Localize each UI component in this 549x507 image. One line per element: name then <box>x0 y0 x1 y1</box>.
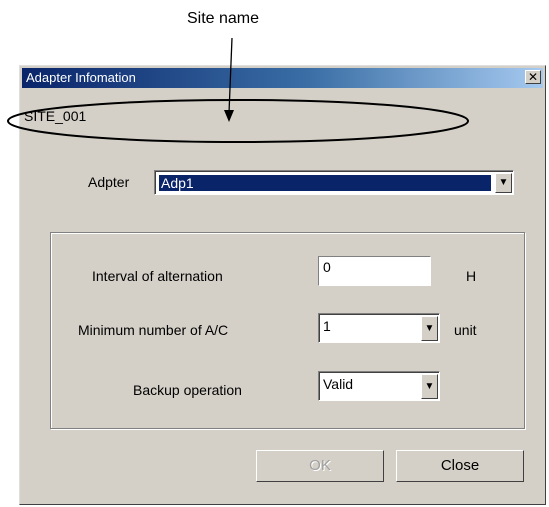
chevron-down-icon[interactable]: ▼ <box>421 316 438 341</box>
ok-button[interactable]: OK <box>256 450 384 482</box>
min-ac-label: Minimum number of A/C <box>78 322 229 338</box>
adapter-select[interactable]: Adp1 ▼ <box>154 170 514 195</box>
interval-input[interactable]: 0 <box>318 256 431 286</box>
interval-label: Interval of alternation <box>92 268 223 284</box>
close-button[interactable]: Close <box>396 450 524 482</box>
adapter-label: Adpter <box>88 174 130 190</box>
min-ac-selected-value: 1 <box>323 318 331 334</box>
interval-unit: H <box>466 268 477 284</box>
site-name-callout-label: Site name <box>186 10 260 27</box>
backup-select[interactable]: Valid ▼ <box>318 371 440 401</box>
dialog-title: Adapter Infomation <box>26 70 136 85</box>
chevron-down-icon[interactable]: ▼ <box>495 173 512 193</box>
min-ac-select[interactable]: 1 ▼ <box>318 313 440 343</box>
backup-selected-value: Valid <box>323 376 354 392</box>
dialog-titlebar[interactable]: Adapter Infomation ✕ <box>22 68 543 88</box>
min-ac-unit: unit <box>454 322 477 338</box>
site-name-text: SITE_001 <box>24 108 87 124</box>
chevron-down-icon[interactable]: ▼ <box>421 374 438 399</box>
backup-label: Backup operation <box>133 382 242 398</box>
close-icon[interactable]: ✕ <box>525 70 541 84</box>
adapter-selected-value: Adp1 <box>159 175 491 191</box>
